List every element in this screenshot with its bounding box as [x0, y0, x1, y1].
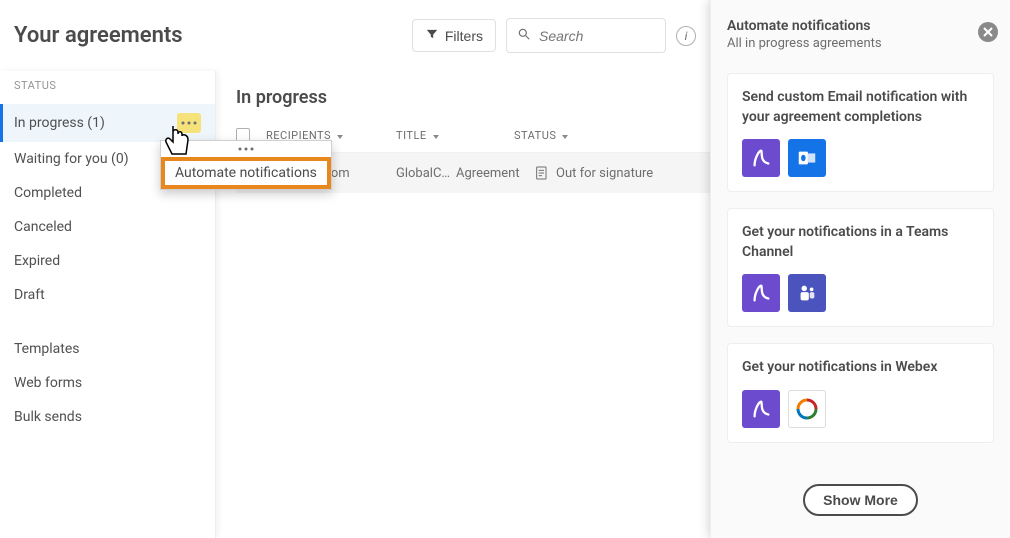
automation-panel: Automate notifications All in progress a… [710, 0, 1010, 538]
outlook-icon[interactable] [788, 139, 826, 177]
panel-title: Automate notifications [727, 18, 994, 34]
filters-button[interactable]: Filters [412, 19, 496, 52]
sidebar-item-draft[interactable]: Draft [0, 278, 215, 312]
filter-icon [425, 27, 439, 44]
sidebar-item-label: Canceled [14, 219, 72, 235]
card-title: Get your notifications in Webex [742, 358, 979, 378]
sidebar-item-webforms[interactable]: Web forms [0, 366, 215, 400]
acrobat-icon[interactable] [742, 390, 780, 428]
status-heading: STATUS [0, 79, 215, 104]
acrobat-icon[interactable] [742, 139, 780, 177]
col-title[interactable]: TITLE [396, 129, 514, 142]
close-panel-button[interactable] [978, 22, 998, 42]
search-box[interactable] [506, 18, 666, 53]
sidebar-item-label: Web forms [14, 375, 82, 391]
sidebar-item-label: Waiting for you (0) [14, 151, 129, 167]
webex-icon[interactable] [788, 390, 826, 428]
sidebar-item-canceled[interactable]: Canceled [0, 210, 215, 244]
card-title: Get your notifications in a Teams Channe… [742, 223, 979, 262]
sort-icon [335, 130, 345, 140]
sidebar-item-label: Templates [14, 341, 80, 357]
sidebar-item-label: Draft [14, 287, 45, 303]
status-text: Out for signature [556, 166, 653, 181]
search-icon [517, 26, 531, 45]
acrobat-icon[interactable] [742, 274, 780, 312]
filters-label: Filters [445, 28, 483, 44]
search-input[interactable] [539, 28, 655, 44]
info-button[interactable]: i [676, 26, 696, 46]
menu-item-automate-notifications[interactable]: Automate notifications [161, 157, 331, 189]
sidebar-item-label: Completed [14, 185, 82, 201]
cursor-pointer-icon [160, 120, 196, 156]
sort-icon [560, 130, 570, 140]
automation-card-webex[interactable]: Get your notifications in Webex [727, 343, 994, 443]
teams-icon[interactable] [788, 274, 826, 312]
page-header: Your agreements Filters i [0, 0, 710, 71]
automation-card-teams[interactable]: Get your notifications in a Teams Channe… [727, 208, 994, 327]
sidebar-item-templates[interactable]: Templates [0, 332, 215, 366]
sidebar-item-expired[interactable]: Expired [0, 244, 215, 278]
automation-card-email[interactable]: Send custom Email notification with your… [727, 73, 994, 192]
panel-subtitle: All in progress agreements [727, 36, 994, 51]
page-title: Your agreements [14, 23, 183, 48]
sidebar-item-bulksends[interactable]: Bulk sends [0, 400, 215, 434]
col-status[interactable]: STATUS [514, 129, 570, 142]
show-more-button[interactable]: Show More [803, 484, 918, 516]
sort-icon [431, 130, 441, 140]
document-icon [534, 165, 550, 181]
agreement-cell: Agreement [456, 166, 534, 181]
sidebar-item-label: Bulk sends [14, 409, 82, 425]
status-cell: Out for signature [534, 165, 653, 181]
card-title: Send custom Email notification with your… [742, 88, 979, 127]
sidebar-item-label: In progress (1) [14, 115, 105, 131]
title-cell: GlobalC… [396, 166, 456, 181]
sidebar-item-label: Expired [14, 253, 60, 269]
section-title: In progress [236, 87, 710, 124]
